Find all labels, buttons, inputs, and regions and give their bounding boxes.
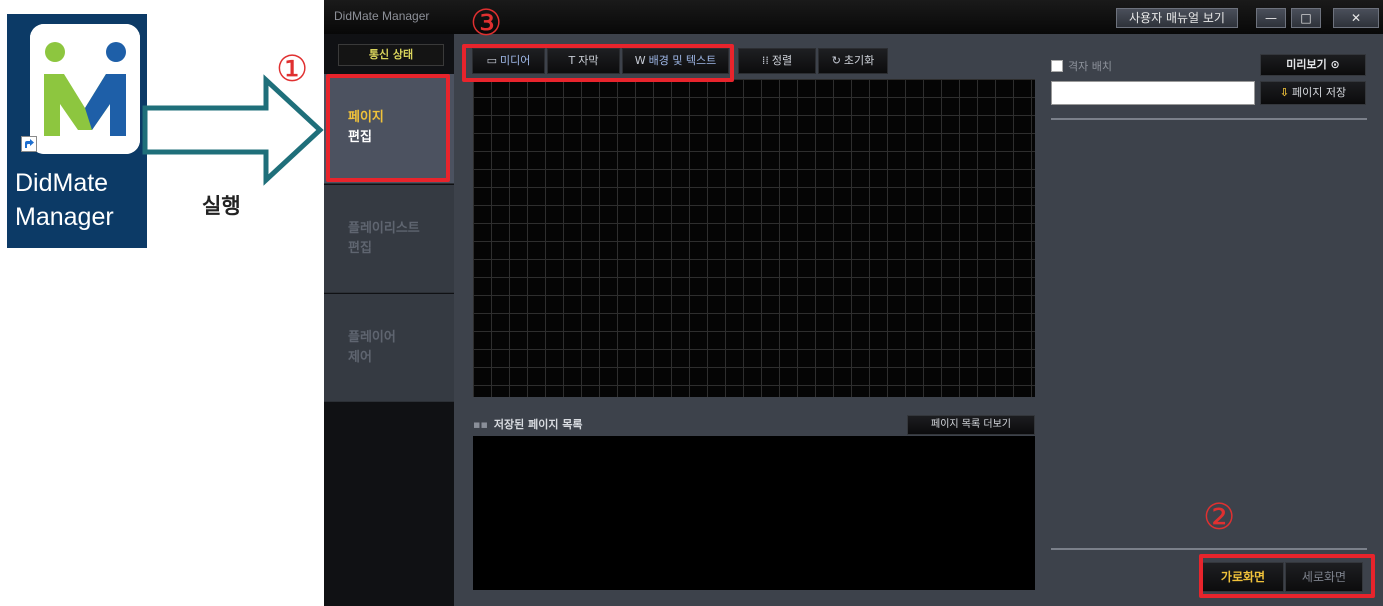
shortcut-label-line2: Manager	[15, 203, 114, 231]
maximize-icon[interactable]: □	[1291, 8, 1321, 28]
annotation-3: ③	[470, 3, 503, 44]
main-editor: ▭ 미디어 T 자막 W 배경 및 텍스트 ⁞⁞ 정렬 ↻ 초기화 ▪▪ 저장된 페이지 목…	[454, 34, 1383, 606]
sidebar-item-label-line2: 편집	[348, 241, 372, 256]
reset-button[interactable]: ↻ 초기화	[818, 48, 888, 74]
list-icon: ▪▪	[473, 418, 488, 431]
sidebar-item-label-line2: 제어	[348, 350, 372, 365]
annotation-1: ①	[276, 49, 309, 90]
annotation-box-3	[462, 44, 734, 82]
user-manual-button[interactable]: 사용자 매뉴얼 보기	[1116, 8, 1238, 28]
didmate-logo-icon	[30, 24, 140, 154]
align-label: 정렬	[771, 54, 793, 67]
grid-layout-label: 격자 배치	[1068, 60, 1112, 73]
screenshot-stage: DidMate Manager 실행 DidMate Manager 사용자 매…	[0, 0, 1383, 606]
grid-layout-checkbox[interactable]	[1051, 60, 1063, 72]
refresh-icon: ↻	[831, 54, 841, 67]
shortcut-label-line1: DidMate	[15, 169, 109, 197]
annotation-box-2	[1199, 554, 1375, 598]
divider	[1051, 548, 1367, 550]
divider	[1051, 118, 1367, 120]
more-pages-button[interactable]: 페이지 목록 더보기	[907, 415, 1035, 435]
saved-pages-list[interactable]	[473, 436, 1035, 590]
close-icon[interactable]: ✕	[1333, 8, 1379, 28]
sidebar-item-label-line1: 플레이리스트	[348, 221, 420, 236]
window-title: DidMate Manager	[334, 9, 430, 23]
annotation-box-1	[326, 74, 450, 182]
sidebar-item-playlist-edit[interactable]: 플레이리스트 편집	[324, 185, 454, 293]
comm-status-button[interactable]: 통신 상태	[338, 44, 444, 66]
align-icon: ⁞⁞	[761, 54, 769, 67]
run-label: 실행	[202, 194, 241, 218]
reset-label: 초기화	[843, 54, 875, 67]
sidebar-item-label: 플레이어 제어	[348, 328, 396, 368]
preview-button[interactable]: 미리보기 ⊙	[1260, 54, 1366, 76]
shortcut-arrow-icon	[21, 136, 37, 152]
annotation-2: ②	[1203, 497, 1236, 538]
sidebar-item-label: 플레이리스트 편집	[348, 219, 420, 259]
minimize-icon[interactable]: —	[1256, 8, 1286, 28]
saved-pages-title-label: 저장된 페이지 목록	[493, 418, 583, 431]
saved-pages-title: ▪▪ 저장된 페이지 목록	[473, 416, 583, 432]
didmate-shortcut[interactable]: DidMate Manager	[7, 14, 147, 248]
save-page-button[interactable]: ⇩ 페이지 저장	[1260, 81, 1366, 105]
align-button[interactable]: ⁞⁞ 정렬	[738, 48, 816, 74]
page-name-input[interactable]	[1051, 81, 1255, 105]
sidebar-item-label-line1: 플레이어	[348, 330, 396, 345]
download-icon: ⇩	[1279, 86, 1290, 99]
sidebar-item-player-control[interactable]: 플레이어 제어	[324, 294, 454, 402]
save-page-label: 페이지 저장	[1292, 86, 1347, 99]
run-arrow-icon	[142, 74, 324, 186]
page-canvas[interactable]	[473, 79, 1035, 397]
